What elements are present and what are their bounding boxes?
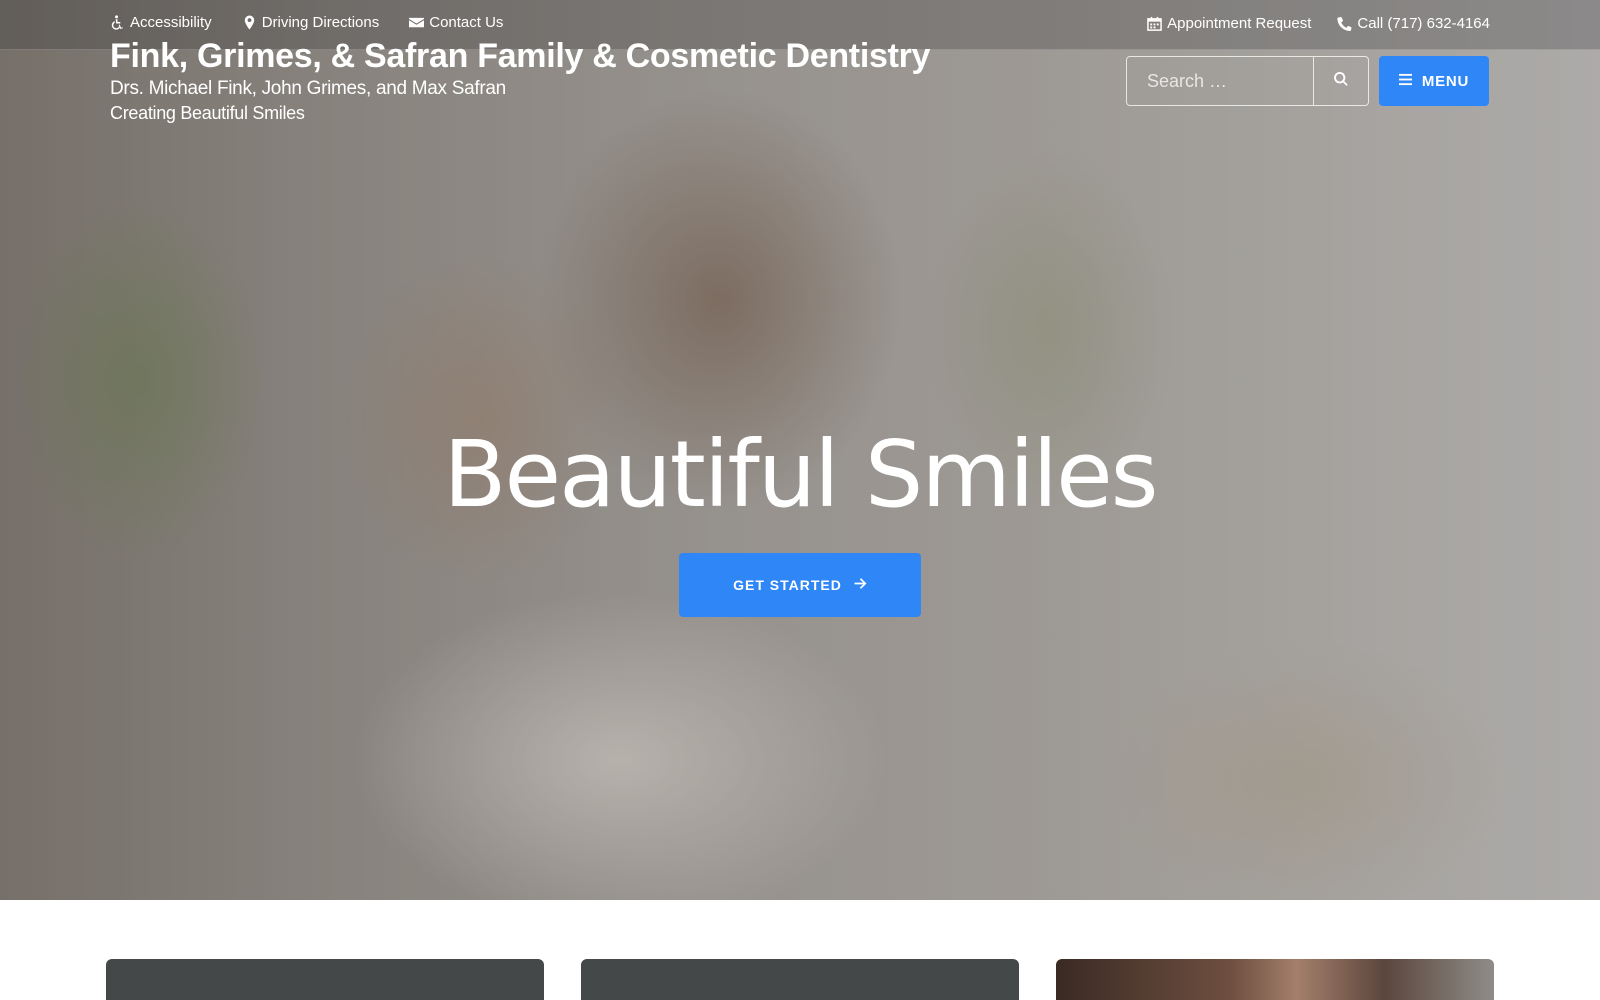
hamburger-icon — [1398, 73, 1412, 90]
feature-card-2[interactable] — [581, 959, 1019, 1000]
appointment-request-link[interactable]: Appointment Request — [1147, 15, 1311, 32]
site-title[interactable]: Fink, Grimes, & Safran Family & Cosmetic… — [110, 36, 930, 76]
accessibility-label: Accessibility — [130, 14, 212, 31]
feature-cards — [106, 959, 1495, 1000]
accessibility-link[interactable]: Accessibility — [110, 14, 212, 31]
get-started-label: GET STARTED — [733, 577, 842, 593]
site-branding: Fink, Grimes, & Safran Family & Cosmetic… — [110, 36, 930, 124]
utility-bar: Accessibility Driving Directions Contact… — [110, 14, 1490, 36]
search-input[interactable] — [1127, 57, 1313, 105]
menu-label: MENU — [1421, 72, 1470, 90]
appointment-request-label: Appointment Request — [1167, 15, 1312, 32]
map-marker-icon — [242, 15, 257, 30]
hero-headline: Beautiful Smiles — [443, 421, 1158, 528]
search-icon — [1334, 71, 1348, 91]
contact-us-link[interactable]: Contact Us — [409, 14, 503, 31]
envelope-icon — [409, 15, 425, 30]
feature-card-3[interactable] — [1056, 959, 1494, 1000]
call-phone-link[interactable]: Call (717) 632-4164 — [1337, 15, 1490, 32]
calendar-icon — [1147, 16, 1162, 31]
wheelchair-icon — [110, 15, 125, 30]
search-button[interactable] — [1313, 57, 1368, 105]
site-tagline: Creating Beautiful Smiles — [110, 103, 305, 123]
utility-links-right: Appointment Request Call (717) 632-4164 — [1147, 15, 1490, 32]
feature-card-1[interactable] — [106, 959, 544, 1000]
contact-us-label: Contact Us — [429, 14, 504, 31]
search-form — [1126, 56, 1369, 106]
driving-directions-label: Driving Directions — [261, 14, 380, 31]
phone-icon — [1337, 16, 1352, 31]
site-subtitle: Drs. Michael Fink, John Grimes, and Max … — [110, 78, 506, 99]
get-started-button[interactable]: GET STARTED — [679, 553, 921, 617]
menu-button[interactable]: MENU — [1379, 56, 1489, 106]
call-phone-label: Call (717) 632-4164 — [1357, 15, 1490, 32]
driving-directions-link[interactable]: Driving Directions — [242, 14, 380, 31]
utility-links-left: Accessibility Driving Directions Contact… — [110, 14, 503, 31]
arrow-right-icon — [854, 577, 867, 593]
